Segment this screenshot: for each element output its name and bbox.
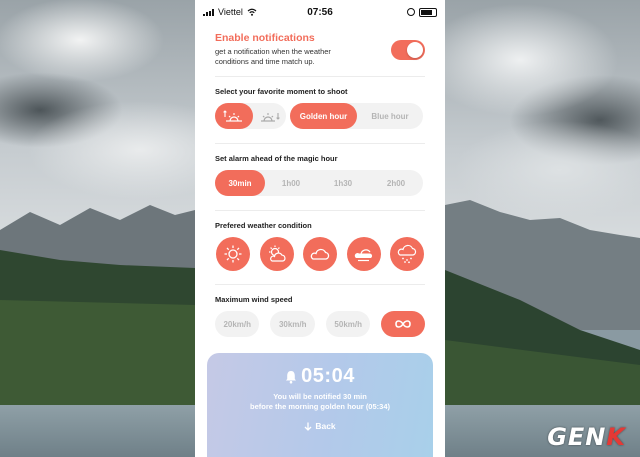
- weather-option-snow[interactable]: [390, 237, 424, 271]
- alarm-label: Set alarm ahead of the magic hour: [215, 154, 338, 163]
- wind-option-20[interactable]: 20km/h: [215, 311, 260, 337]
- sun-direction-toggle: [215, 103, 286, 129]
- notifications-setting: Enable notifications get a notification …: [215, 32, 425, 67]
- wind-option-50[interactable]: 50km/h: [325, 311, 371, 337]
- alarm-option-1h00[interactable]: 1h00: [265, 170, 317, 196]
- wind-label: Maximum wind speed: [215, 295, 293, 304]
- notifications-title: Enable notifications: [215, 32, 315, 44]
- battery-icon: [418, 7, 437, 17]
- partly-cloudy-icon: [268, 245, 285, 262]
- light-type-toggle: Golden hour Blue hour: [290, 103, 423, 129]
- weather-option-overcast[interactable]: [346, 237, 381, 271]
- snow-cloud-icon: [397, 244, 417, 264]
- wind-option-unlimited[interactable]: [381, 311, 426, 337]
- signal-icon: [203, 8, 214, 16]
- divider: [215, 210, 425, 211]
- infinity-icon: [395, 320, 412, 328]
- divider: [215, 76, 425, 77]
- status-time: 07:56: [307, 6, 333, 18]
- alarm-message: You will be notified 30 min before the m…: [249, 392, 390, 411]
- divider: [215, 284, 425, 285]
- alarm-option-1h30[interactable]: 1h30: [317, 170, 369, 196]
- blue-hour-option[interactable]: Blue hour: [357, 103, 423, 129]
- toggle-knob: [407, 42, 423, 58]
- wind-option-30[interactable]: 30km/h: [270, 311, 315, 337]
- weather-option-sun[interactable]: [216, 237, 250, 271]
- status-bar: Viettel 07:56: [195, 0, 445, 24]
- sun-icon: [224, 245, 242, 263]
- arrow-down-icon: [304, 422, 312, 431]
- divider: [215, 143, 425, 144]
- genk-watermark-logo: GENK: [547, 423, 626, 451]
- alarm-summary-card: 05:04 You will be notified 30 min before…: [207, 353, 433, 457]
- overcast-sun-icon: [354, 249, 372, 262]
- weather-selector: [215, 237, 425, 271]
- back-button-label: Back: [315, 421, 336, 431]
- weather-option-cloud[interactable]: [303, 237, 337, 271]
- moment-label: Select your favorite moment to shoot: [215, 87, 348, 96]
- golden-hour-option[interactable]: Golden hour: [290, 103, 357, 129]
- cloud-icon: [310, 248, 330, 260]
- alarm-option-30min[interactable]: 30min: [215, 170, 265, 196]
- weather-option-partly-cloudy[interactable]: [259, 237, 294, 271]
- orientation-lock-icon: [406, 8, 415, 16]
- sunrise-icon: [223, 110, 242, 122]
- wifi-icon: [247, 8, 257, 16]
- moment-selector: Golden hour Blue hour: [215, 103, 425, 129]
- notifications-description: get a notification when the weather cond…: [215, 47, 331, 66]
- sunset-option[interactable]: [253, 103, 286, 129]
- bell-icon: [286, 370, 297, 383]
- wind-speed-selector: 20km/h 30km/h 50km/h: [215, 311, 426, 337]
- alarm-time: 05:04: [301, 365, 355, 387]
- weather-label: Prefered weather condition: [215, 221, 312, 230]
- alarm-offset-selector: 30min 1h00 1h30 2h00: [215, 170, 423, 196]
- sunrise-option[interactable]: [215, 103, 253, 129]
- alarm-option-2h00[interactable]: 2h00: [369, 170, 423, 196]
- sunset-icon: [260, 113, 280, 122]
- back-button[interactable]: Back: [304, 421, 336, 431]
- notifications-toggle[interactable]: [391, 40, 425, 60]
- carrier-name: Viettel: [218, 7, 243, 17]
- phone-screen: Viettel 07:56 Enable notifications get a…: [195, 0, 445, 457]
